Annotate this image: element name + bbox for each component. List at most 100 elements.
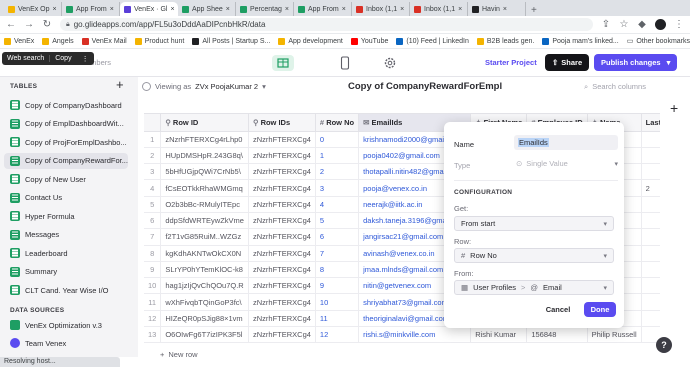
- close-icon[interactable]: ×: [285, 6, 289, 13]
- table-cell[interactable]: rishi.s@minkville.com: [358, 326, 472, 344]
- table-cell[interactable]: 12: [315, 326, 360, 344]
- table-cell[interactable]: Philip Russell: [587, 326, 642, 344]
- sidebar-table-item[interactable]: Summary: [4, 264, 128, 280]
- close-icon[interactable]: ×: [170, 6, 174, 13]
- table-cell[interactable]: [641, 228, 660, 246]
- table-cell[interactable]: 6: [315, 228, 360, 246]
- sidebar-table-item[interactable]: Messages: [4, 227, 128, 243]
- table-cell[interactable]: 11: [144, 293, 162, 311]
- table-cell[interactable]: 10: [315, 293, 360, 311]
- close-icon[interactable]: ×: [53, 6, 57, 13]
- table-cell[interactable]: zNzrhFTERXCg4: [248, 261, 316, 279]
- table-cell[interactable]: 5bHfUGjpQWi7CrNb5\: [160, 163, 249, 181]
- column-header[interactable]: # Row No: [315, 114, 360, 132]
- table-cell[interactable]: wXhFivqbTQinGoP3fc\: [160, 293, 249, 311]
- table-cell[interactable]: zNzrhFTERXCg4: [248, 163, 316, 181]
- table-cell[interactable]: zNzrhFTERXCg4rLhp0: [160, 131, 249, 148]
- starter-project-link[interactable]: Starter Project: [480, 55, 542, 69]
- bookmark-item[interactable]: VenEx Mail: [81, 37, 127, 45]
- table-cell[interactable]: 4: [144, 179, 162, 197]
- table-cell[interactable]: zNzrhFTERXCg4: [248, 326, 316, 344]
- close-icon[interactable]: ×: [400, 6, 404, 13]
- table-cell[interactable]: 1: [315, 147, 360, 165]
- table-cell[interactable]: 2: [315, 163, 360, 181]
- bookmark-item[interactable]: VenEx: [4, 37, 34, 45]
- column-header[interactable]: ⚲ Row ID: [160, 114, 249, 132]
- more-icon[interactable]: ⋮: [77, 55, 94, 63]
- table-cell[interactable]: 10: [144, 277, 162, 295]
- copy-button[interactable]: Copy: [50, 55, 76, 62]
- new-tab-icon[interactable]: +: [526, 5, 542, 16]
- table-cell[interactable]: [641, 310, 660, 328]
- table-cell[interactable]: SLrYP0hYTemKlOC-k8: [160, 261, 249, 279]
- data-source-item[interactable]: Team Venex: [4, 335, 128, 351]
- table-cell[interactable]: 5: [315, 212, 360, 230]
- type-select[interactable]: ⊙ Single Value ▾: [514, 156, 618, 171]
- table-cell[interactable]: 8: [144, 245, 162, 262]
- browser-tab[interactable]: Percentag ×: [236, 2, 294, 16]
- table-cell[interactable]: zNzrhFTERXCg4: [248, 179, 316, 197]
- table-cell[interactable]: [641, 293, 660, 311]
- share-button[interactable]: ⇧ Share: [545, 54, 590, 71]
- bookmark-item[interactable]: App development: [278, 37, 343, 45]
- bookmark-item[interactable]: Angels: [42, 37, 74, 45]
- layout-editor-tab[interactable]: [338, 55, 352, 71]
- table-cell[interactable]: [641, 277, 660, 295]
- table-cell[interactable]: ddpSfdWRTEywZkVme: [160, 212, 249, 230]
- table-cell[interactable]: 6: [144, 212, 162, 230]
- add-table-icon[interactable]: +: [116, 77, 124, 92]
- cancel-button[interactable]: Cancel: [540, 302, 576, 317]
- table-cell[interactable]: zNzrhFTERXCg4: [248, 293, 316, 311]
- table-cell[interactable]: zNzrhFTERXCg4: [248, 212, 316, 230]
- close-icon[interactable]: ×: [342, 6, 346, 13]
- web-search-button[interactable]: Web search: [2, 55, 51, 62]
- publish-changes-button[interactable]: Publish changes ▾: [594, 54, 678, 71]
- close-icon[interactable]: ×: [110, 6, 114, 13]
- table-cell[interactable]: 8: [315, 261, 360, 279]
- sidebar-table-item[interactable]: CLT Cand. Year Wise I/O: [4, 282, 128, 298]
- close-icon[interactable]: ×: [458, 6, 462, 13]
- name-input[interactable]: EmailIds: [514, 135, 618, 150]
- browser-tab[interactable]: VenEx · Gl ×: [120, 2, 178, 16]
- from-select[interactable]: ▦ User Profiles > @ Email ▾: [454, 280, 614, 295]
- column-header[interactable]: [144, 114, 162, 132]
- table-cell[interactable]: f2T1vG85RuiM..WZGz: [160, 228, 249, 246]
- table-cell[interactable]: zNzrhFTERXCg4: [248, 147, 316, 165]
- new-row-button[interactable]: + New row: [160, 350, 198, 359]
- bookmark-item[interactable]: B2B leads gen.: [476, 37, 534, 45]
- table-cell[interactable]: O6OIwFg6T7izIPK3F5l: [160, 326, 249, 344]
- table-cell[interactable]: zNzrhFTERXCg4: [248, 228, 316, 246]
- table-cell[interactable]: [641, 147, 660, 165]
- back-icon[interactable]: ←: [6, 19, 16, 30]
- search-columns[interactable]: ⌕ Search columns: [584, 79, 682, 94]
- bookmark-item[interactable]: Product hunt: [134, 37, 184, 45]
- table-cell[interactable]: [641, 131, 660, 148]
- data-editor-tab[interactable]: [272, 55, 294, 71]
- row-select[interactable]: # Row No ▾: [454, 248, 614, 263]
- bookmark-item[interactable]: Pooja mam's linked...: [542, 37, 619, 45]
- table-cell[interactable]: [641, 212, 660, 230]
- sidebar-table-item[interactable]: Copy of EmplDashboardWit...: [4, 116, 128, 132]
- sidebar-table-item[interactable]: Copy of New User: [4, 171, 128, 187]
- table-cell[interactable]: 2: [144, 147, 162, 165]
- table-cell[interactable]: 2: [641, 179, 660, 197]
- add-column-icon[interactable]: +: [670, 100, 678, 116]
- table-cell[interactable]: zNzrhFTERXCg4: [248, 310, 316, 328]
- reload-icon[interactable]: ↻: [42, 19, 52, 30]
- bookmark-item[interactable]: YouTube: [350, 37, 388, 45]
- column-header[interactable]: Last: [641, 114, 660, 132]
- table-cell[interactable]: 5: [144, 196, 162, 213]
- extension-icon[interactable]: ◆: [637, 19, 647, 30]
- table-cell[interactable]: 7: [144, 228, 162, 246]
- table-cell[interactable]: 9: [315, 277, 360, 295]
- table-cell[interactable]: 13: [144, 326, 162, 344]
- table-cell[interactable]: HUpDMSHpR.243G8q\: [160, 147, 249, 165]
- help-icon[interactable]: ?: [656, 337, 672, 353]
- bookmark-item[interactable]: All Posts | Startup S...: [192, 37, 270, 45]
- table-cell[interactable]: 11: [315, 310, 360, 328]
- column-header[interactable]: ⚲ Row IDs: [248, 114, 316, 132]
- settings-tab[interactable]: [382, 55, 398, 71]
- browser-tab[interactable]: Inbox (1,1 ×: [352, 2, 410, 16]
- table-cell[interactable]: HIZeQR0pSJig88×1vm: [160, 310, 249, 328]
- browser-tab[interactable]: VenEx Op ×: [4, 2, 62, 16]
